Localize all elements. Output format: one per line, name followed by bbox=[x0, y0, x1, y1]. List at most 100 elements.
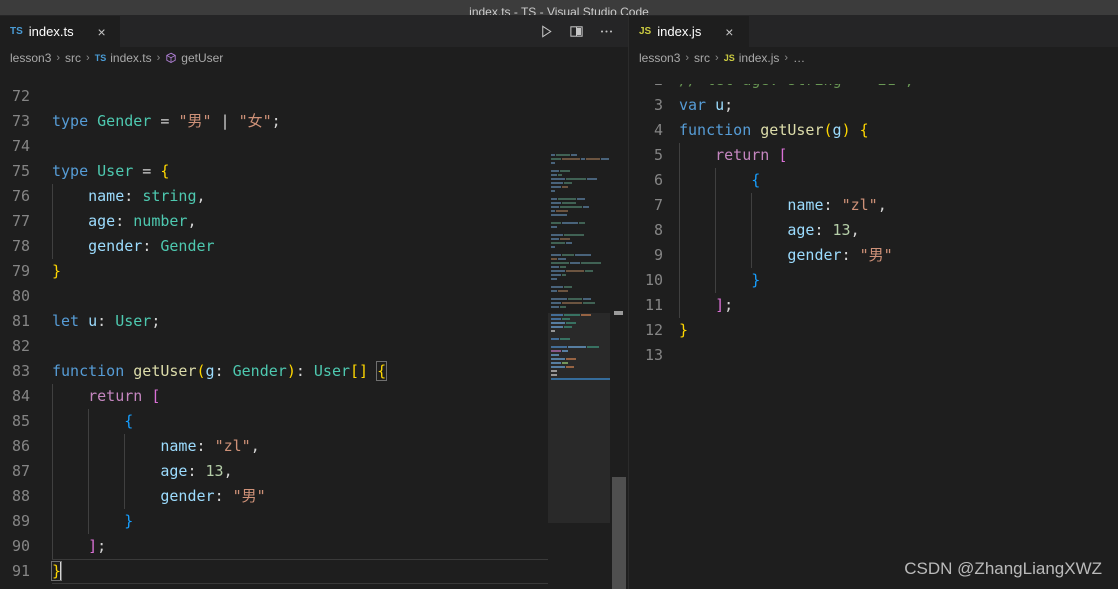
code-line[interactable]: 78 gender: Gender bbox=[0, 234, 628, 259]
code-text[interactable]: let u: User; bbox=[52, 309, 628, 334]
code-line[interactable]: 3 var u; bbox=[629, 93, 1118, 118]
code-line[interactable]: 84 return [ bbox=[0, 384, 628, 409]
code-line[interactable]: 8 age: 13, bbox=[629, 218, 1118, 243]
code-text[interactable]: age: 13, bbox=[52, 459, 628, 484]
code-line[interactable]: 2// let age: string = "21"; bbox=[629, 84, 1118, 93]
play-icon[interactable] bbox=[534, 19, 558, 43]
code-text[interactable]: function getUser(g) { bbox=[679, 118, 1118, 143]
code-text[interactable] bbox=[52, 284, 628, 309]
code-text[interactable]: name: "zl", bbox=[52, 434, 628, 459]
code-line[interactable]: 91} bbox=[0, 559, 628, 584]
code-text[interactable]: // let age: string = "21"; bbox=[679, 84, 1118, 93]
breadcrumb-item-getuser[interactable]: getUser bbox=[165, 51, 223, 65]
close-icon[interactable]: × bbox=[721, 24, 737, 40]
code-line[interactable]: 7 name: "zl", bbox=[629, 193, 1118, 218]
minimap-segment bbox=[551, 274, 561, 276]
code-text[interactable]: ]; bbox=[679, 293, 1118, 318]
code-text[interactable]: } bbox=[679, 318, 1118, 343]
code-text[interactable]: ]; bbox=[52, 534, 628, 559]
split-editor-icon[interactable] bbox=[564, 19, 588, 43]
code-token: : bbox=[142, 237, 161, 255]
breadcrumb-item-index-js[interactable]: JS index.js bbox=[724, 51, 780, 65]
minimap-viewport-slider[interactable] bbox=[548, 313, 610, 523]
breadcrumb-item-index-ts[interactable]: TS index.ts bbox=[95, 51, 152, 65]
code-text[interactable]: age: 13, bbox=[679, 218, 1118, 243]
code-text[interactable]: } bbox=[52, 509, 628, 534]
code-text[interactable]: gender: Gender bbox=[52, 234, 628, 259]
code-token: string bbox=[142, 187, 197, 205]
code-text[interactable]: return [ bbox=[679, 143, 1118, 168]
code-line[interactable]: 13 bbox=[629, 343, 1118, 368]
code-text[interactable]: name: "zl", bbox=[679, 193, 1118, 218]
scrollbar-thumb[interactable] bbox=[612, 477, 626, 589]
code-line[interactable]: 73 type Gender = "男" | "女"; bbox=[0, 109, 628, 134]
code-line[interactable]: 6 { bbox=[629, 168, 1118, 193]
code-line[interactable]: 5 return [ bbox=[629, 143, 1118, 168]
breadcrumb-item-lesson3[interactable]: lesson3 bbox=[10, 51, 51, 65]
minimap-segment bbox=[581, 158, 585, 160]
code-text[interactable]: } bbox=[679, 268, 1118, 293]
code-text[interactable]: name: string, bbox=[52, 184, 628, 209]
code-lines-left[interactable]: 72 73 type Gender = "男" | "女"; 74 75 type Use… bbox=[0, 84, 628, 589]
code-line[interactable]: 82 bbox=[0, 334, 628, 359]
code-line[interactable]: 74 bbox=[0, 134, 628, 159]
code-line[interactable]: 89 } bbox=[0, 509, 628, 534]
code-text[interactable]: gender: "男" bbox=[679, 243, 1118, 268]
minimap-segment bbox=[551, 222, 561, 224]
code-text[interactable]: gender: "男" bbox=[52, 484, 628, 509]
code-line[interactable]: 77 age: number, bbox=[0, 209, 628, 234]
ellipsis-icon[interactable] bbox=[594, 19, 618, 43]
indent-guide bbox=[52, 459, 53, 484]
tab-index-ts[interactable]: TS index.ts × bbox=[0, 15, 120, 47]
code-text[interactable] bbox=[679, 343, 1118, 368]
breadcrumb-item-src[interactable]: src bbox=[65, 51, 81, 65]
code-token: age bbox=[787, 221, 815, 239]
minimap-segment bbox=[551, 358, 565, 360]
code-line[interactable]: 4 function getUser(g) { bbox=[629, 118, 1118, 143]
code-text[interactable] bbox=[52, 134, 628, 159]
code-line[interactable]: 79} bbox=[0, 259, 628, 284]
code-text[interactable]: } bbox=[52, 259, 628, 284]
code-text[interactable] bbox=[52, 84, 628, 109]
indent-guide bbox=[679, 293, 680, 318]
code-token: age bbox=[160, 462, 188, 480]
code-text[interactable]: { bbox=[679, 168, 1118, 193]
code-text[interactable]: } bbox=[50, 559, 628, 584]
breadcrumb-item-lesson3[interactable]: lesson3 bbox=[639, 51, 680, 65]
minimap-segment bbox=[562, 350, 568, 352]
breadcrumb-item-src[interactable]: src bbox=[694, 51, 710, 65]
breadcrumb-separator: › bbox=[56, 52, 61, 64]
code-token: { bbox=[751, 171, 761, 189]
code-text[interactable]: type Gender = "男" | "女"; bbox=[52, 109, 628, 134]
code-line[interactable]: 85 { bbox=[0, 409, 628, 434]
code-lines-right[interactable]: 2// let age: string = "21"; 3 var u; 4 funct… bbox=[629, 84, 1118, 589]
code-line[interactable]: 90 ]; bbox=[0, 534, 628, 559]
code-line[interactable]: 87 age: 13, bbox=[0, 459, 628, 484]
minimap[interactable] bbox=[548, 153, 610, 589]
minimap-segment bbox=[560, 266, 566, 268]
code-text[interactable]: type User = { bbox=[52, 159, 628, 184]
code-line[interactable]: 80 bbox=[0, 284, 628, 309]
code-line[interactable]: 86 name: "zl", bbox=[0, 434, 628, 459]
close-icon[interactable]: × bbox=[94, 24, 110, 40]
code-line[interactable]: 83 function getUser(g: Gender): User[] { bbox=[0, 359, 628, 384]
code-line[interactable]: 76 name: string, bbox=[0, 184, 628, 209]
code-line[interactable]: 72 bbox=[0, 84, 628, 109]
code-line[interactable]: 11 ]; bbox=[629, 293, 1118, 318]
code-text[interactable]: { bbox=[52, 409, 628, 434]
code-text[interactable]: return [ bbox=[52, 384, 628, 409]
code-line[interactable]: 81 let u: User; bbox=[0, 309, 628, 334]
breadcrumb-item--[interactable]: … bbox=[793, 51, 805, 65]
code-line[interactable]: 12} bbox=[629, 318, 1118, 343]
code-text[interactable]: var u; bbox=[679, 93, 1118, 118]
code-line[interactable]: 9 gender: "男" bbox=[629, 243, 1118, 268]
code-line[interactable]: 88 gender: "男" bbox=[0, 484, 628, 509]
code-line[interactable]: 75 type User = { bbox=[0, 159, 628, 184]
tab-index-js[interactable]: JS index.js × bbox=[629, 15, 749, 47]
code-text[interactable]: function getUser(g: Gender): User[] { bbox=[52, 359, 628, 384]
code-text[interactable] bbox=[52, 334, 628, 359]
code-text[interactable]: age: number, bbox=[52, 209, 628, 234]
code-line[interactable]: 10 } bbox=[629, 268, 1118, 293]
vertical-scrollbar[interactable] bbox=[610, 153, 628, 589]
